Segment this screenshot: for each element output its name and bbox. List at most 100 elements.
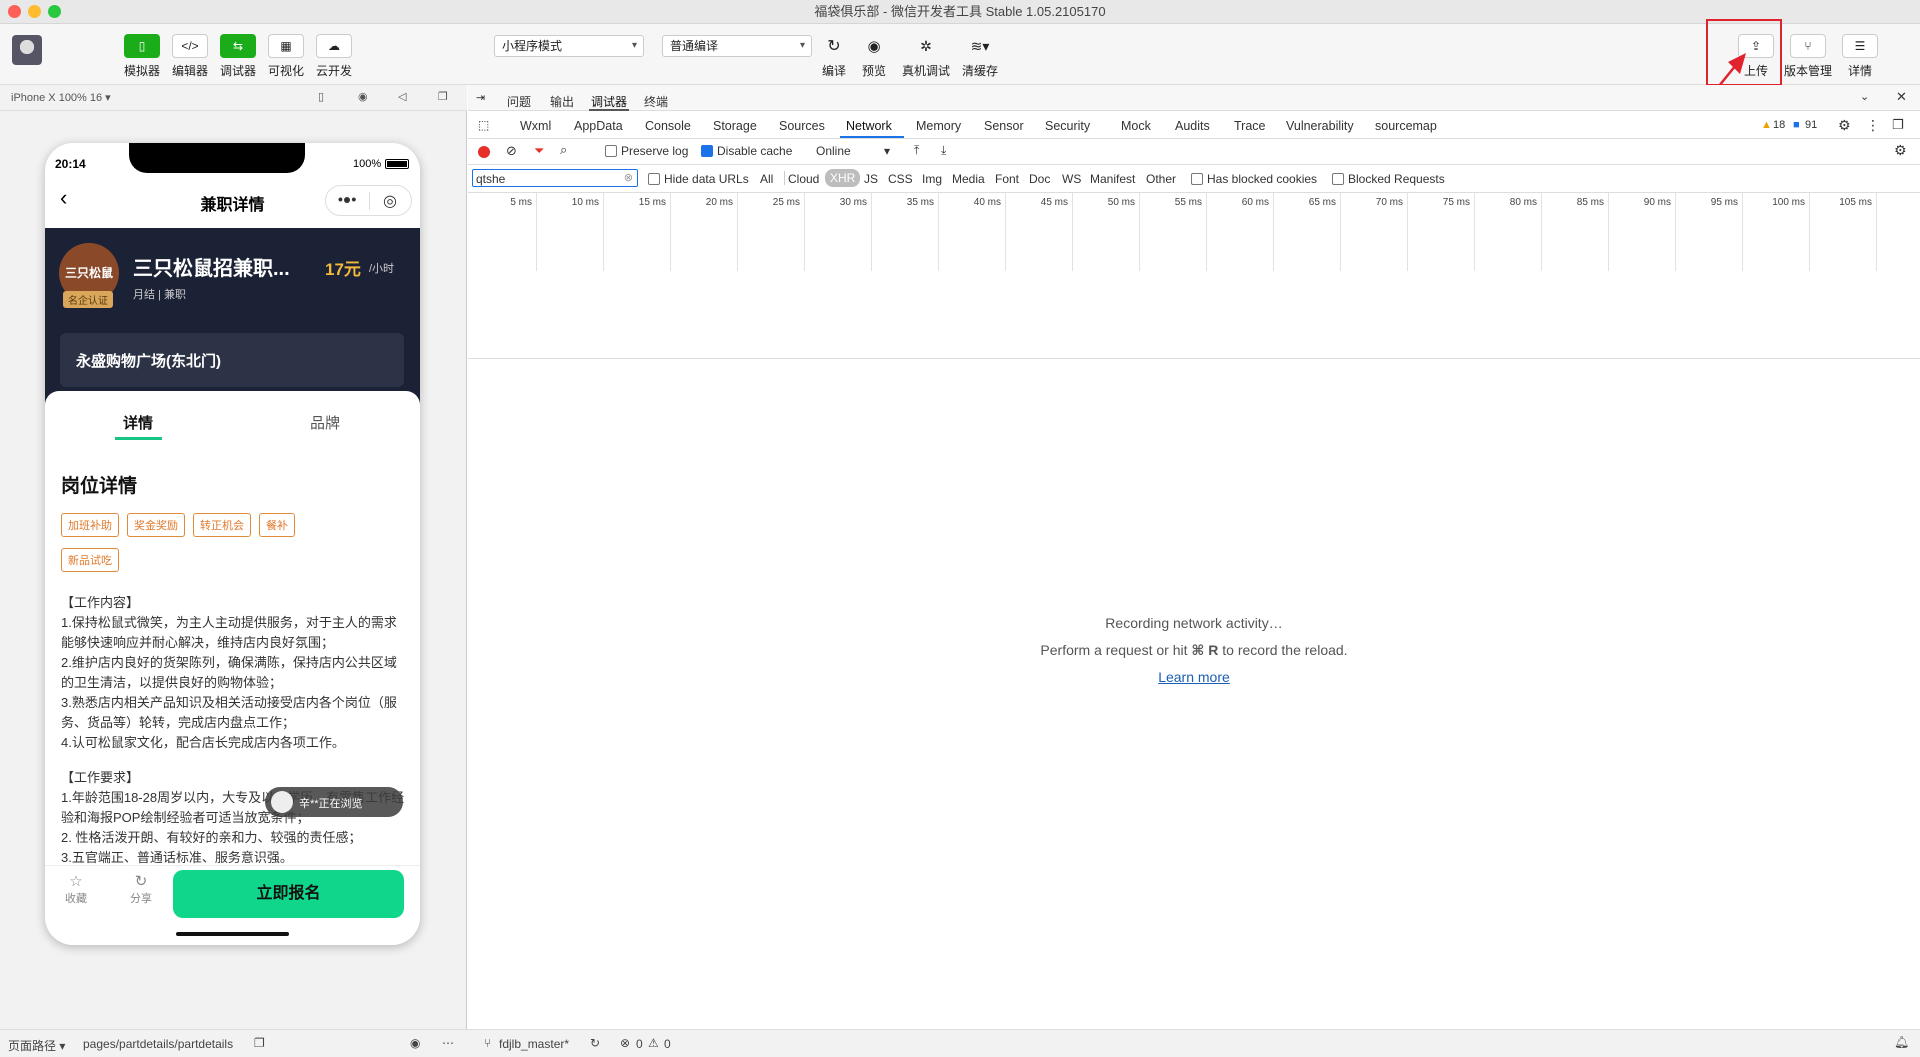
preview-button[interactable]: ◉ 预览 bbox=[852, 34, 896, 79]
simulator-button[interactable]: ▯ 模拟器 bbox=[120, 34, 164, 79]
tab-audits[interactable]: Audits bbox=[1175, 119, 1210, 133]
hide-data-urls-checkbox[interactable]: Hide data URLs bbox=[648, 172, 749, 186]
chevron-down-icon[interactable]: ⌄ bbox=[1860, 90, 1869, 103]
tab-sensor[interactable]: Sensor bbox=[984, 119, 1024, 133]
device-select[interactable]: iPhone X 100% 16 ▾ bbox=[11, 91, 111, 104]
clear-cache-button[interactable]: ≋▾ 清缓存 bbox=[955, 34, 1005, 79]
type-all[interactable]: All bbox=[760, 172, 773, 186]
type-img[interactable]: Img bbox=[922, 172, 942, 186]
tab-vulnerability[interactable]: Vulnerability bbox=[1286, 119, 1354, 133]
rotate-icon[interactable]: ▯ bbox=[318, 90, 324, 103]
tab-sourcemap[interactable]: sourcemap bbox=[1375, 119, 1437, 133]
notification-icon[interactable]: 🔔︎ bbox=[1894, 1035, 1909, 1049]
blocked-requests-checkbox[interactable]: Blocked Requests bbox=[1332, 172, 1445, 186]
timeline-overview[interactable]: 5 ms 10 ms 15 ms 20 ms 25 ms 30 ms 35 ms 40 ms 4… bbox=[468, 193, 1920, 359]
type-font[interactable]: Font bbox=[995, 172, 1019, 186]
requirements-title: 【工作要求】 bbox=[61, 770, 140, 785]
kebab-menu-icon[interactable]: ⋮ bbox=[1866, 117, 1880, 134]
tab-wxml[interactable]: Wxml bbox=[520, 119, 551, 133]
tab-details[interactable]: 详情 bbox=[123, 412, 153, 433]
type-css[interactable]: CSS bbox=[888, 172, 913, 186]
tag: 加班补助 bbox=[61, 513, 119, 537]
compile-button[interactable]: ↻ 编译 bbox=[812, 34, 856, 79]
type-cloud[interactable]: Cloud bbox=[788, 172, 819, 186]
import-icon[interactable]: ⤒ bbox=[914, 143, 919, 158]
clear-icon[interactable]: ⊘ bbox=[506, 143, 517, 159]
inspect-icon[interactable]: ⬚ bbox=[478, 118, 489, 132]
export-icon[interactable]: ⤓ bbox=[941, 143, 946, 158]
close-window-button[interactable] bbox=[8, 5, 21, 18]
tab-appdata[interactable]: AppData bbox=[574, 119, 623, 133]
compile-select[interactable]: 普通编译 bbox=[662, 35, 812, 57]
dock-icon[interactable]: ⇥ bbox=[476, 91, 485, 104]
filter-icon[interactable]: ⏷ bbox=[534, 143, 544, 159]
copy-icon[interactable]: ❐ bbox=[254, 1036, 265, 1050]
tab-mock[interactable]: Mock bbox=[1121, 119, 1151, 133]
type-ws[interactable]: WS bbox=[1062, 172, 1081, 186]
disable-cache-checkbox[interactable]: Disable cache bbox=[701, 144, 792, 158]
learn-more-link[interactable]: Learn more bbox=[468, 669, 1920, 685]
debugger-button[interactable]: ⇆ 调试器 bbox=[216, 34, 260, 79]
capsule-menu[interactable]: •●• ◎ bbox=[325, 185, 412, 216]
minimize-window-button[interactable] bbox=[28, 5, 41, 18]
gear-icon[interactable]: ⚙ bbox=[1838, 117, 1851, 134]
type-js[interactable]: JS bbox=[864, 172, 878, 186]
detach-icon[interactable]: ❐ bbox=[438, 90, 448, 103]
details-button[interactable]: ☰ 详情 bbox=[1838, 34, 1882, 79]
record-icon[interactable]: ◉ bbox=[358, 90, 368, 103]
apply-button[interactable]: 立即报名 bbox=[173, 870, 404, 918]
cloud-dev-button[interactable]: ☁ 云开发 bbox=[312, 34, 356, 79]
network-settings-icon[interactable]: ⚙ bbox=[1894, 142, 1907, 159]
favorite-button[interactable]: ☆ 收藏 bbox=[61, 872, 91, 906]
tab-storage[interactable]: Storage bbox=[713, 119, 757, 133]
tab-sources[interactable]: Sources bbox=[779, 119, 825, 133]
filter-input[interactable]: qtshe ⊗ bbox=[472, 169, 638, 187]
clear-filter-icon[interactable]: ⊗ bbox=[624, 171, 633, 184]
preserve-log-checkbox[interactable]: Preserve log bbox=[605, 144, 688, 158]
eye-icon[interactable]: ◉ bbox=[410, 1036, 420, 1050]
type-doc[interactable]: Doc bbox=[1029, 172, 1050, 186]
volume-icon[interactable]: ◁ bbox=[398, 90, 406, 103]
tab-network[interactable]: Network bbox=[846, 119, 892, 133]
tab-terminal[interactable]: 终端 bbox=[644, 93, 668, 110]
search-icon[interactable]: ⌕ bbox=[560, 142, 567, 158]
throttle-select[interactable]: Online ▾ bbox=[816, 144, 890, 158]
has-blocked-cookies-checkbox[interactable]: Has blocked cookies bbox=[1191, 172, 1317, 186]
warning-icon[interactable]: ▲ bbox=[1761, 119, 1772, 131]
error-count[interactable]: 0 bbox=[636, 1037, 643, 1051]
tab-memory[interactable]: Memory bbox=[916, 119, 961, 133]
type-media[interactable]: Media bbox=[952, 172, 985, 186]
warning-count[interactable]: 0 bbox=[664, 1037, 671, 1051]
sync-icon[interactable]: ↻ bbox=[590, 1036, 600, 1050]
tab-debugger[interactable]: 调试器 bbox=[591, 93, 627, 110]
record-button[interactable] bbox=[478, 146, 490, 158]
more-icon[interactable]: ⋯ bbox=[442, 1036, 454, 1050]
page-path-select[interactable]: 页面路径 ▾ bbox=[8, 1037, 65, 1054]
zoom-window-button[interactable] bbox=[48, 5, 61, 18]
message-icon[interactable]: ■ bbox=[1793, 119, 1800, 131]
mode-select[interactable]: 小程序模式 bbox=[494, 35, 644, 57]
type-manifest[interactable]: Manifest bbox=[1090, 172, 1135, 186]
close-icon[interactable]: ✕ bbox=[1896, 89, 1907, 105]
git-branch[interactable]: fdjlb_master* bbox=[499, 1037, 569, 1051]
editor-button[interactable]: </> 编辑器 bbox=[168, 34, 212, 79]
type-xhr[interactable]: XHR bbox=[825, 169, 861, 187]
exit-icon[interactable]: ◎ bbox=[383, 191, 397, 211]
tab-brand[interactable]: 品牌 bbox=[310, 412, 340, 433]
tab-issues[interactable]: 问题 bbox=[507, 93, 531, 110]
version-manage-button[interactable]: ⑂ 版本管理 bbox=[1780, 34, 1836, 79]
tag: 奖金奖励 bbox=[127, 513, 185, 537]
more-icon[interactable]: •●• bbox=[338, 191, 356, 207]
timeline-tick-label: 85 ms bbox=[1576, 197, 1604, 208]
tab-security[interactable]: Security bbox=[1045, 119, 1090, 133]
remote-debug-button[interactable]: ✲ 真机调试 bbox=[898, 34, 954, 79]
undock-icon[interactable]: ❐ bbox=[1892, 117, 1904, 133]
type-other[interactable]: Other bbox=[1146, 172, 1176, 186]
avatar[interactable] bbox=[12, 35, 42, 65]
tab-console[interactable]: Console bbox=[645, 119, 691, 133]
tab-trace[interactable]: Trace bbox=[1234, 119, 1266, 133]
location-card[interactable]: 永盛购物广场(东北门) bbox=[60, 333, 404, 387]
visual-button[interactable]: ▦ 可视化 bbox=[264, 34, 308, 79]
share-button[interactable]: ↻ 分享 bbox=[126, 872, 156, 906]
tab-output[interactable]: 输出 bbox=[550, 93, 574, 110]
